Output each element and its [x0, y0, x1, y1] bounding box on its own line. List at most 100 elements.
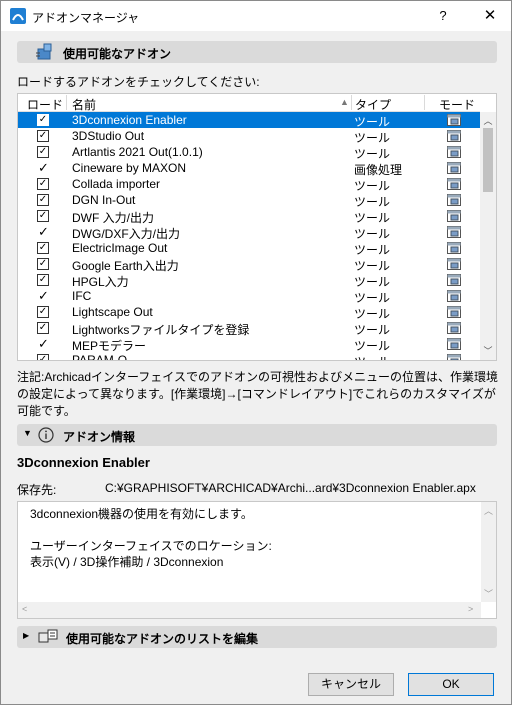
header-type[interactable]: タイプ [355, 96, 391, 113]
mode-icon[interactable] [446, 113, 462, 127]
table-row[interactable]: ✓ Collada importer ツール [18, 176, 480, 193]
load-checkbox[interactable]: ✓ [37, 146, 49, 158]
load-checkbox[interactable]: ✓ [37, 178, 49, 190]
header-name[interactable]: 名前 [72, 96, 96, 113]
table-row[interactable]: ✓ Lightscape Out ツール [18, 304, 480, 321]
cancel-button[interactable]: キャンセル [308, 673, 394, 696]
addon-description-box[interactable]: 3dconnexion機器の使用を有効にします。 ユーザーインターフェイスでのロ… [17, 501, 497, 619]
table-row[interactable]: ✓ Cineware by MAXON 画像処理 [18, 160, 480, 177]
header-load[interactable]: ロード [27, 96, 63, 113]
description-line: ユーザーインターフェイスでのロケーション: [30, 539, 272, 553]
mode-icon[interactable] [446, 225, 462, 239]
load-checkmark-icon[interactable]: ✓ [38, 160, 49, 176]
table-row[interactable]: ✓ DWF 入力/出力 ツール [18, 208, 480, 225]
table-vertical-scrollbar[interactable]: ︿ ﹀ [480, 112, 496, 360]
expand-triangle-icon[interactable]: ▶ [23, 631, 29, 640]
scroll-up-arrow-icon[interactable]: ︿ [484, 504, 493, 517]
table-row[interactable]: ✓ Lightworksファイルタイプを登録 ツール [18, 320, 480, 337]
addon-info-title: アドオン情報 [63, 430, 136, 444]
addon-name-cell: PARAM-O [72, 353, 128, 361]
table-row[interactable]: ✓ Google Earth入出力 ツール [18, 256, 480, 273]
edit-list-title: 使用可能なアドオンのリストを編集 [66, 632, 259, 646]
ok-button[interactable]: OK [408, 673, 494, 696]
addon-table[interactable]: ロード 名前 ▲ タイプ モード ✓ 3Dconnexion Enabler ツール… [17, 93, 497, 361]
table-row[interactable]: ✓ MEPモデラー ツール [18, 336, 480, 353]
scroll-right-arrow-icon[interactable]: > [468, 604, 473, 614]
load-checkbox[interactable]: ✓ [37, 210, 49, 222]
addon-name-cell: Lightscape Out [72, 305, 153, 319]
addon-manager-window: アドオンマネージャ ? ✕ 使用可能なアドオン ロードするアドオンをチェックして… [0, 0, 512, 705]
scrollbar-thumb[interactable] [483, 128, 493, 192]
edit-list-header[interactable]: ▶ 使用可能なアドオンのリストを編集 [17, 626, 497, 648]
mode-icon[interactable] [446, 273, 462, 287]
load-checkbox[interactable]: ✓ [37, 306, 49, 318]
table-row[interactable]: ✓ HPGL入力 ツール [18, 272, 480, 289]
description-line: 表示(V) / 3D操作補助 / 3Dconnexion [30, 555, 224, 569]
mode-icon[interactable] [446, 177, 462, 191]
table-row[interactable]: ✓ DWG/DXF入力/出力 ツール [18, 224, 480, 241]
header-mode[interactable]: モード [439, 96, 475, 113]
sort-up-arrow-icon: ▲ [340, 97, 349, 107]
table-row[interactable]: ✓ PARAM-O ツール [18, 352, 480, 361]
mode-icon[interactable] [446, 209, 462, 223]
mode-icon[interactable] [446, 145, 462, 159]
mode-icon[interactable] [446, 129, 462, 143]
addon-name-cell: 3Dconnexion Enabler [72, 113, 187, 127]
load-checkbox[interactable]: ✓ [37, 194, 49, 206]
close-button[interactable]: ✕ [475, 1, 505, 31]
addon-name-cell: 3DStudio Out [72, 129, 145, 143]
addon-rows: ✓ 3Dconnexion Enabler ツール ✓ 3DStudio Out ツール ✓… [18, 112, 480, 361]
available-addons-header: 使用可能なアドオン [17, 41, 497, 63]
table-row[interactable]: ✓ IFC ツール [18, 288, 480, 305]
mode-icon[interactable] [446, 305, 462, 319]
mode-icon[interactable] [446, 257, 462, 271]
table-row[interactable]: ✓ Artlantis 2021 Out(1.0.1) ツール [18, 144, 480, 161]
info-icon [38, 427, 54, 443]
header-divider [424, 95, 425, 110]
table-row[interactable]: ✓ 3Dconnexion Enabler ツール [18, 112, 480, 129]
load-checkmark-icon[interactable]: ✓ [38, 336, 49, 352]
load-checkbox[interactable]: ✓ [37, 274, 49, 286]
load-checkmark-icon[interactable]: ✓ [38, 224, 49, 240]
addon-name-cell: ElectricImage Out [72, 241, 168, 255]
table-row[interactable]: ✓ 3DStudio Out ツール [18, 128, 480, 145]
load-checkbox[interactable]: ✓ [37, 130, 49, 142]
mode-icon[interactable] [446, 241, 462, 255]
edit-list-icon [38, 629, 58, 643]
addon-info-header[interactable]: ▼ アドオン情報 [17, 424, 497, 446]
mode-icon[interactable] [446, 353, 462, 361]
mode-icon[interactable] [446, 321, 462, 335]
addon-name-cell: Cineware by MAXON [72, 161, 187, 175]
available-addons-title: 使用可能なアドオン [63, 47, 172, 61]
scroll-left-arrow-icon[interactable]: < [22, 604, 27, 614]
path-label: 保存先: [17, 483, 57, 497]
addon-path: C:¥GRAPHISOFT¥ARCHICAD¥Archi...ard¥3Dcon… [105, 481, 476, 495]
mode-icon[interactable] [446, 193, 462, 207]
selected-addon-name: 3Dconnexion Enabler [17, 455, 150, 470]
table-row[interactable]: ✓ ElectricImage Out ツール [18, 240, 480, 257]
scroll-down-arrow-icon[interactable]: ﹀ [484, 587, 493, 600]
header-divider [351, 95, 352, 110]
window-title: アドオンマネージャ [32, 11, 140, 25]
description-vertical-scrollbar[interactable]: ︿ ﹀ [481, 502, 496, 602]
scroll-down-arrow-icon[interactable]: ﹀ [480, 344, 496, 357]
description-horizontal-scrollbar[interactable]: < > [18, 602, 481, 618]
load-checkbox[interactable]: ✓ [37, 114, 49, 126]
addon-name-cell: Artlantis 2021 Out(1.0.1) [72, 145, 203, 159]
mode-icon[interactable] [446, 161, 462, 175]
load-checkbox[interactable]: ✓ [37, 242, 49, 254]
load-checkbox[interactable]: ✓ [37, 322, 49, 334]
addon-name-cell: Collada importer [72, 177, 161, 191]
table-row[interactable]: ✓ DGN In-Out ツール [18, 192, 480, 209]
mode-icon[interactable] [446, 337, 462, 351]
addon-type-cell: ツール [354, 353, 390, 360]
addon-name-cell: DGN In-Out [72, 193, 136, 207]
collapse-triangle-icon[interactable]: ▼ [23, 428, 32, 438]
help-button[interactable]: ? [431, 1, 455, 31]
load-checkmark-icon[interactable]: ✓ [38, 288, 49, 304]
table-header: ロード 名前 ▲ タイプ モード [18, 94, 480, 112]
load-checkbox[interactable]: ✓ [37, 258, 49, 270]
scroll-up-arrow-icon[interactable]: ︿ [480, 114, 496, 127]
load-checkbox[interactable]: ✓ [37, 354, 49, 360]
mode-icon[interactable] [446, 289, 462, 303]
